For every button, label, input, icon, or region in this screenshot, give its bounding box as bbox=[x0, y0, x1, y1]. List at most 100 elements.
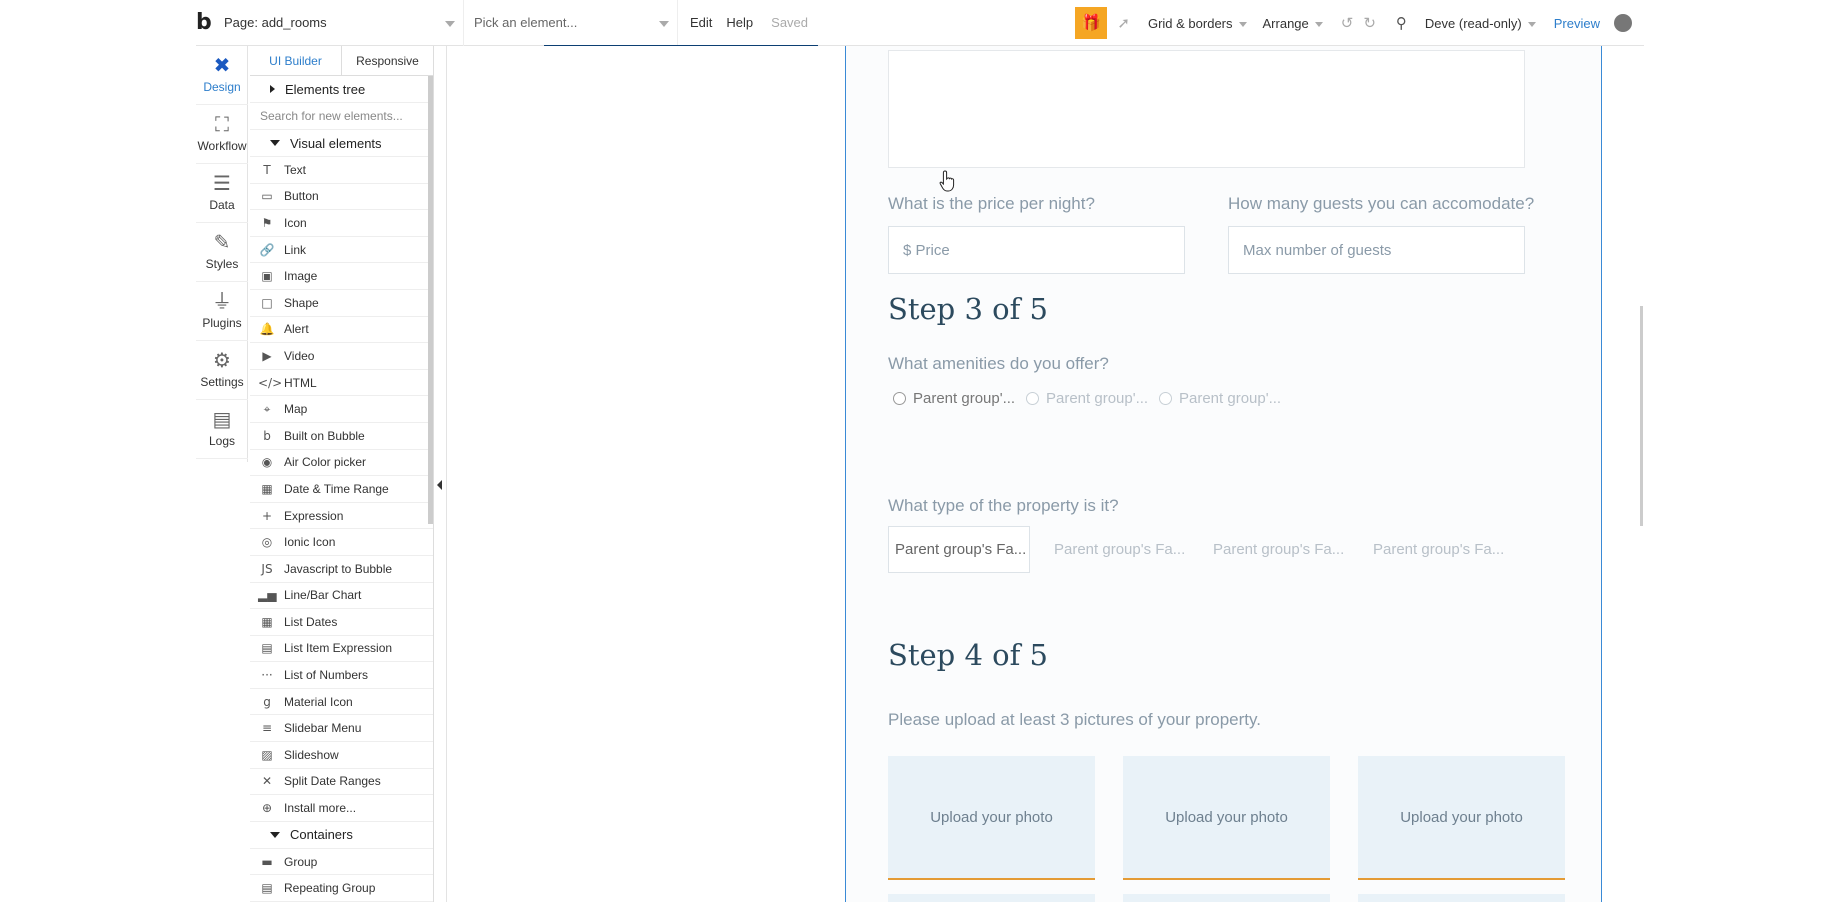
palette-item-javascript-to-bubble[interactable]: JS Javascript to Bubble bbox=[250, 556, 433, 583]
palette-tabs: UI Builder Responsive bbox=[250, 46, 433, 76]
undo-icon[interactable]: ↺ bbox=[1331, 14, 1364, 32]
button-icon: ▭ bbox=[261, 189, 273, 204]
containers-toggle[interactable]: Containers bbox=[250, 822, 433, 849]
arrange-dropdown[interactable]: Arrange bbox=[1255, 16, 1331, 31]
palette-item-built-on-bubble[interactable]: b Built on Bubble bbox=[250, 423, 433, 450]
element-palette: UI Builder Responsive Elements tree Sear… bbox=[250, 46, 434, 902]
nav-design[interactable]: ✖ Design bbox=[196, 46, 248, 105]
canvas-scrollbar[interactable] bbox=[1640, 306, 1643, 526]
palette-item-split-date-ranges[interactable]: ✕ Split Date Ranges bbox=[250, 769, 433, 796]
palette-item-list-of-numbers[interactable]: ··· List of Numbers bbox=[250, 662, 433, 689]
group-icon: ▬ bbox=[261, 854, 273, 869]
list-item-expression-icon: ▤ bbox=[261, 641, 273, 656]
palette-item-label: Text bbox=[284, 162, 307, 177]
palette-item-text[interactable]: T Text bbox=[250, 157, 433, 184]
grid-borders-dropdown[interactable]: Grid & borders bbox=[1140, 16, 1255, 31]
palette-scrollbar[interactable] bbox=[428, 76, 433, 524]
palette-item-map[interactable]: ⌖ Map bbox=[250, 396, 433, 423]
palette-item-date-time-range[interactable]: ▦ Date & Time Range bbox=[250, 476, 433, 503]
palette-item-link[interactable]: 🔗 Link bbox=[250, 237, 433, 264]
palette-item-group[interactable]: ▬ Group bbox=[250, 849, 433, 876]
version-dropdown[interactable]: Deve (read-only) bbox=[1417, 16, 1544, 31]
palette-item-image[interactable]: ▣ Image bbox=[250, 263, 433, 290]
page-canvas: What is the price per night? How many gu… bbox=[845, 46, 1602, 902]
amenities-label: What amenities do you offer? bbox=[888, 354, 1109, 373]
search-icon[interactable]: ⚲ bbox=[1386, 14, 1417, 32]
nav-styles[interactable]: ✎ Styles bbox=[196, 223, 248, 282]
element-search-input[interactable]: Search for new elements... bbox=[250, 103, 433, 130]
page-selector[interactable]: Page: add_rooms bbox=[218, 0, 464, 46]
menu-edit[interactable]: Edit bbox=[678, 15, 724, 30]
brush-icon: ✎ bbox=[213, 232, 231, 254]
bubble-logo-icon[interactable]: b bbox=[196, 11, 218, 34]
upload-photo-button-next-row[interactable] bbox=[888, 894, 1095, 902]
visual-elements-toggle[interactable]: Visual elements bbox=[250, 130, 433, 157]
upload-photo-button[interactable]: Upload your photo bbox=[1123, 756, 1330, 880]
palette-item-alert[interactable]: 🔔 Alert bbox=[250, 317, 433, 344]
amenity-option[interactable]: Parent group'... bbox=[1159, 390, 1281, 407]
upload-photo-button[interactable]: Upload your photo bbox=[1358, 756, 1565, 880]
menu-help[interactable]: Help bbox=[724, 15, 765, 30]
property-type-option[interactable]: Parent group's Fa... bbox=[1207, 526, 1347, 573]
palette-item-label: Install more... bbox=[284, 801, 357, 816]
element-picker[interactable]: Pick an element... bbox=[464, 0, 818, 47]
nav-workflow[interactable]: ⛶ Workflow bbox=[196, 105, 248, 164]
palette-item-label: Group bbox=[284, 854, 318, 869]
nav-settings[interactable]: ⚙ Settings bbox=[196, 341, 248, 400]
nav-design-label: Design bbox=[203, 80, 241, 94]
nav-logs[interactable]: ▤ Logs bbox=[196, 400, 248, 459]
palette-item-shape[interactable]: □ Shape bbox=[250, 290, 433, 317]
palette-item-slideshow[interactable]: ▨ Slideshow bbox=[250, 742, 433, 769]
element-search-placeholder: Search for new elements... bbox=[260, 109, 403, 123]
chevron-down-icon bbox=[1238, 21, 1247, 27]
palette-item-list-item-expression[interactable]: ▤ List Item Expression bbox=[250, 636, 433, 663]
palette-item-label: List of Numbers bbox=[284, 668, 369, 683]
palette-item-icon[interactable]: ⚑ Icon bbox=[250, 210, 433, 237]
palette-item-label: Image bbox=[284, 269, 318, 284]
nav-styles-label: Styles bbox=[205, 257, 239, 271]
visual-elements-label: Visual elements bbox=[290, 135, 382, 151]
palette-item-html[interactable]: </> HTML bbox=[250, 370, 433, 397]
account-icon[interactable] bbox=[1614, 14, 1632, 32]
palette-item-video[interactable]: ▶ Video bbox=[250, 343, 433, 370]
palette-item-repeating-group[interactable]: ▤ Repeating Group bbox=[250, 875, 433, 902]
palette-item-label: Icon bbox=[284, 215, 307, 230]
property-type-option[interactable]: Parent group's Fa... bbox=[1048, 526, 1188, 573]
nav-data[interactable]: ☰ Data bbox=[196, 164, 248, 223]
palette-item-ionic-icon[interactable]: ◎ Ionic Icon bbox=[250, 529, 433, 556]
upload-photo-button-next-row[interactable] bbox=[1358, 894, 1565, 902]
nav-plugins[interactable]: ⏚ Plugins bbox=[196, 282, 248, 341]
palette-item-label: Date & Time Range bbox=[284, 481, 389, 496]
select-arrow-icon[interactable]: ➚ bbox=[1107, 14, 1140, 32]
palette-item-install-more[interactable]: ⊕ Install more... bbox=[250, 795, 433, 822]
palette-item-button[interactable]: ▭ Button bbox=[250, 184, 433, 211]
tab-ui-builder[interactable]: UI Builder bbox=[250, 46, 342, 75]
amenity-option[interactable]: Parent group'... bbox=[1026, 390, 1148, 407]
guests-input[interactable]: Max number of guests bbox=[1228, 226, 1525, 274]
preview-button[interactable]: Preview bbox=[1544, 16, 1610, 31]
upload-photo-button[interactable]: Upload your photo bbox=[888, 756, 1095, 880]
redo-icon[interactable]: ↻ bbox=[1363, 14, 1386, 32]
palette-item-label: List Item Expression bbox=[284, 641, 393, 656]
built-on-bubble-icon: b bbox=[263, 428, 271, 443]
collapse-palette-icon[interactable] bbox=[437, 480, 442, 490]
property-type-option[interactable]: Parent group's Fa... bbox=[888, 526, 1030, 573]
tab-responsive[interactable]: Responsive bbox=[342, 46, 433, 75]
price-input[interactable]: $ Price bbox=[888, 226, 1185, 274]
palette-item-expression[interactable]: + Expression bbox=[250, 503, 433, 530]
amenity-option[interactable]: Parent group'... bbox=[893, 390, 1015, 407]
elements-tree-toggle[interactable]: Elements tree bbox=[250, 76, 433, 103]
property-type-option[interactable]: Parent group's Fa... bbox=[1367, 526, 1507, 573]
palette-item-label: Repeating Group bbox=[284, 881, 376, 896]
palette-item-air-color-picker[interactable]: ◉ Air Color picker bbox=[250, 450, 433, 477]
palette-item-slidebar-menu[interactable]: ≡ Slidebar Menu bbox=[250, 715, 433, 743]
palette-item-line-bar-chart[interactable]: ▂▅ Line/Bar Chart bbox=[250, 583, 433, 610]
description-box[interactable] bbox=[888, 50, 1525, 168]
property-type-label: What type of the property is it? bbox=[888, 496, 1119, 515]
palette-item-label: Link bbox=[284, 242, 307, 257]
upload-photo-button-next-row[interactable] bbox=[1123, 894, 1330, 902]
palette-item-material-icon[interactable]: g Material Icon bbox=[250, 689, 433, 716]
palette-item-list-dates[interactable]: ▦ List Dates bbox=[250, 609, 433, 636]
gift-icon[interactable]: 🎁 bbox=[1075, 7, 1108, 39]
chevron-down-icon bbox=[1527, 21, 1536, 27]
